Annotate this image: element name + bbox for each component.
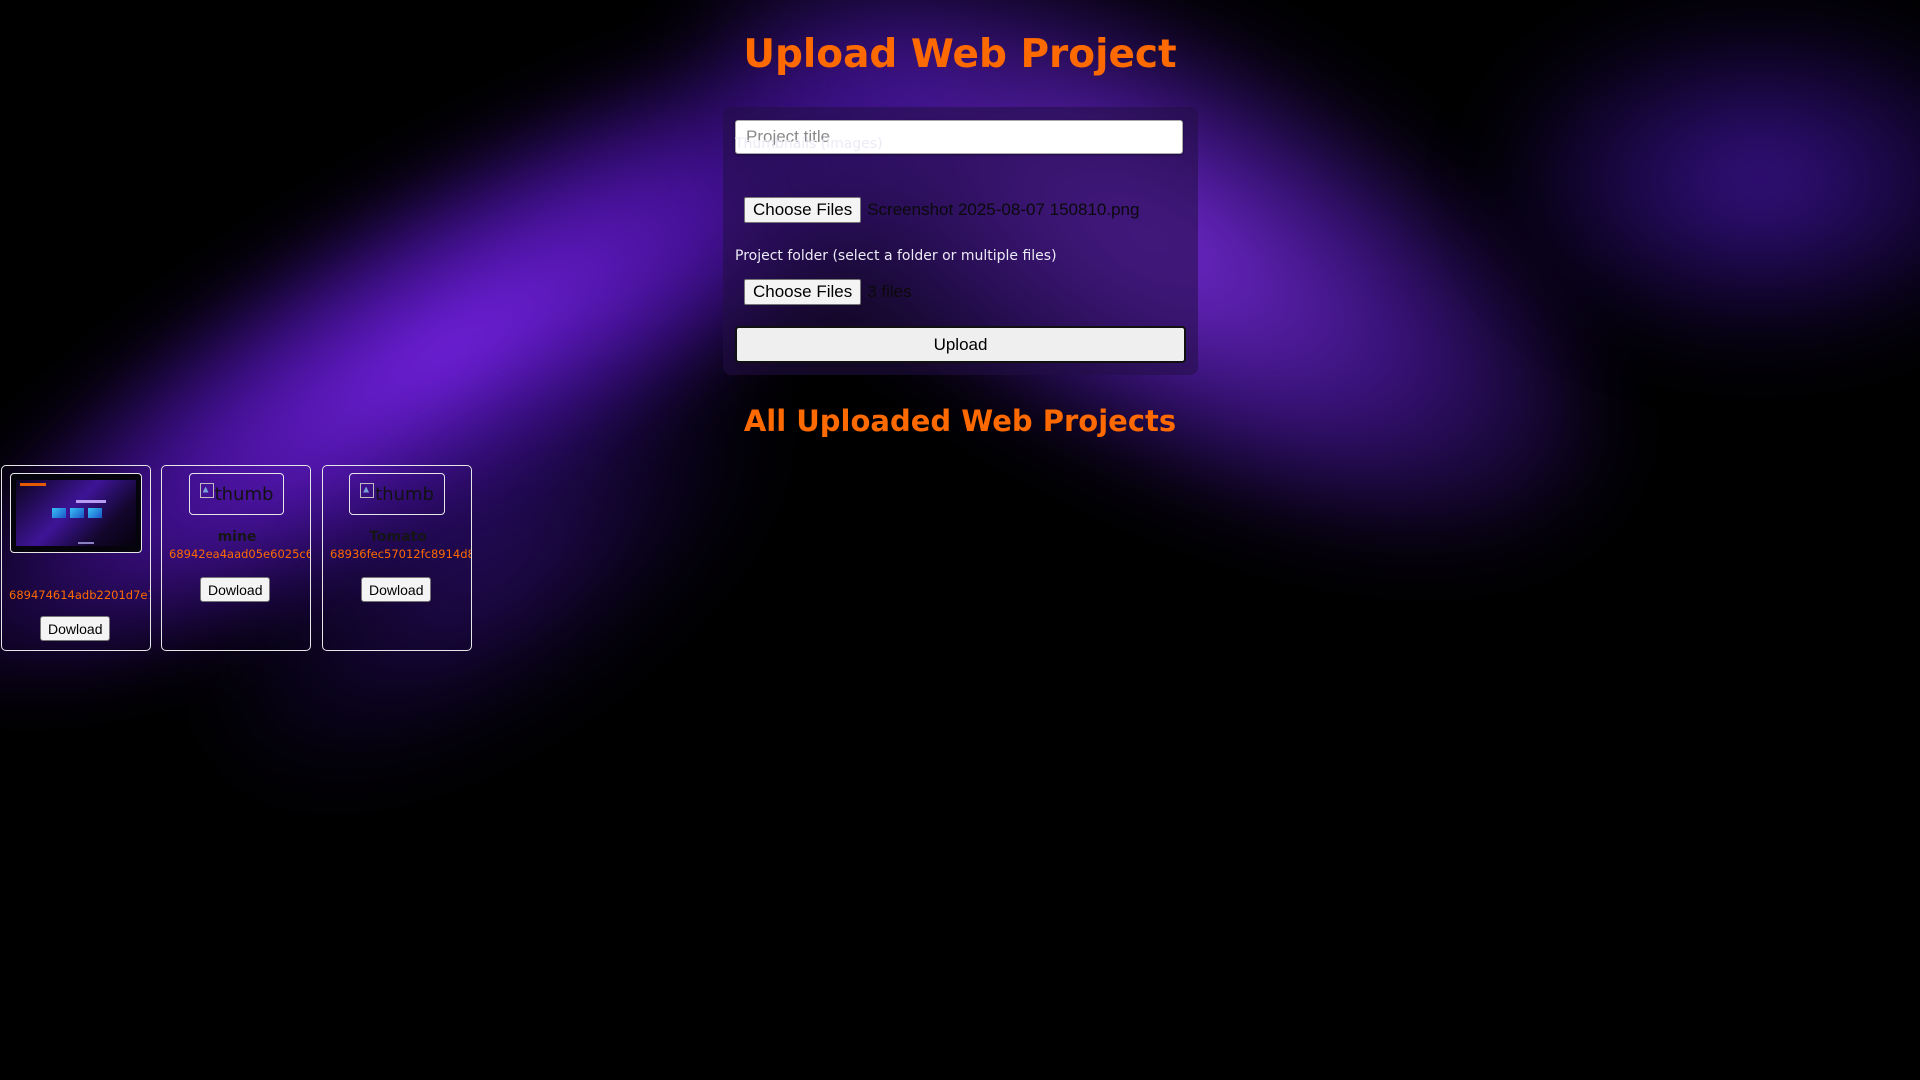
upload-form: Thumbnails (images) Choose Files Screens…	[723, 107, 1198, 375]
download-button[interactable]: Dowload	[40, 616, 111, 641]
project-folder-choose-files-button[interactable]: Choose Files	[744, 279, 862, 305]
project-name: mine	[217, 529, 257, 545]
project-thumbnail	[10, 473, 142, 553]
thumbnails-file-status: Screenshot 2025-08-07 150810.png	[867, 200, 1140, 219]
thumbnails-file-input[interactable]: Choose Files Screenshot 2025-08-07 15081…	[744, 197, 1139, 223]
thumbnail-alt-text: thumb	[214, 483, 274, 505]
page: Upload Web Project Thumbnails (images) C…	[0, 0, 1920, 1080]
project-thumbnail: thumb	[349, 473, 445, 515]
thumbnails-choose-files-button[interactable]: Choose Files	[744, 197, 862, 223]
page-title: Upload Web Project	[743, 32, 1177, 77]
download-button[interactable]: Dowload	[200, 577, 271, 602]
project-card: 689474614adb2201d7e7 Dowload	[1, 465, 151, 651]
broken-image-icon	[199, 482, 214, 498]
project-thumbnail: thumb	[189, 473, 284, 515]
project-card: thumb mine 68942ea4aad05e6025c68 Dowload	[161, 465, 311, 651]
broken-image-icon	[360, 482, 375, 498]
project-folder-file-status: 3 files	[867, 282, 912, 301]
project-id: 68942ea4aad05e6025c68	[169, 547, 311, 561]
download-button[interactable]: Dowload	[361, 577, 432, 602]
project-id: 68936fec57012fc8914d8	[330, 547, 472, 561]
section-title: All Uploaded Web Projects	[743, 404, 1177, 438]
thumbnail-alt-text: thumb	[375, 483, 434, 505]
project-folder-file-input[interactable]: Choose Files 3 files	[744, 279, 912, 305]
project-id: 689474614adb2201d7e7	[9, 588, 151, 602]
project-folder-label: Project folder (select a folder or multi…	[735, 248, 1057, 264]
upload-button[interactable]: Upload	[735, 326, 1186, 363]
thumbnails-label: Thumbnails (images)	[735, 136, 883, 152]
project-name: Tomato	[369, 529, 427, 545]
project-card: thumb Tomato 68936fec57012fc8914d8 Dowlo…	[322, 465, 472, 651]
thumbnail-image	[16, 480, 136, 546]
